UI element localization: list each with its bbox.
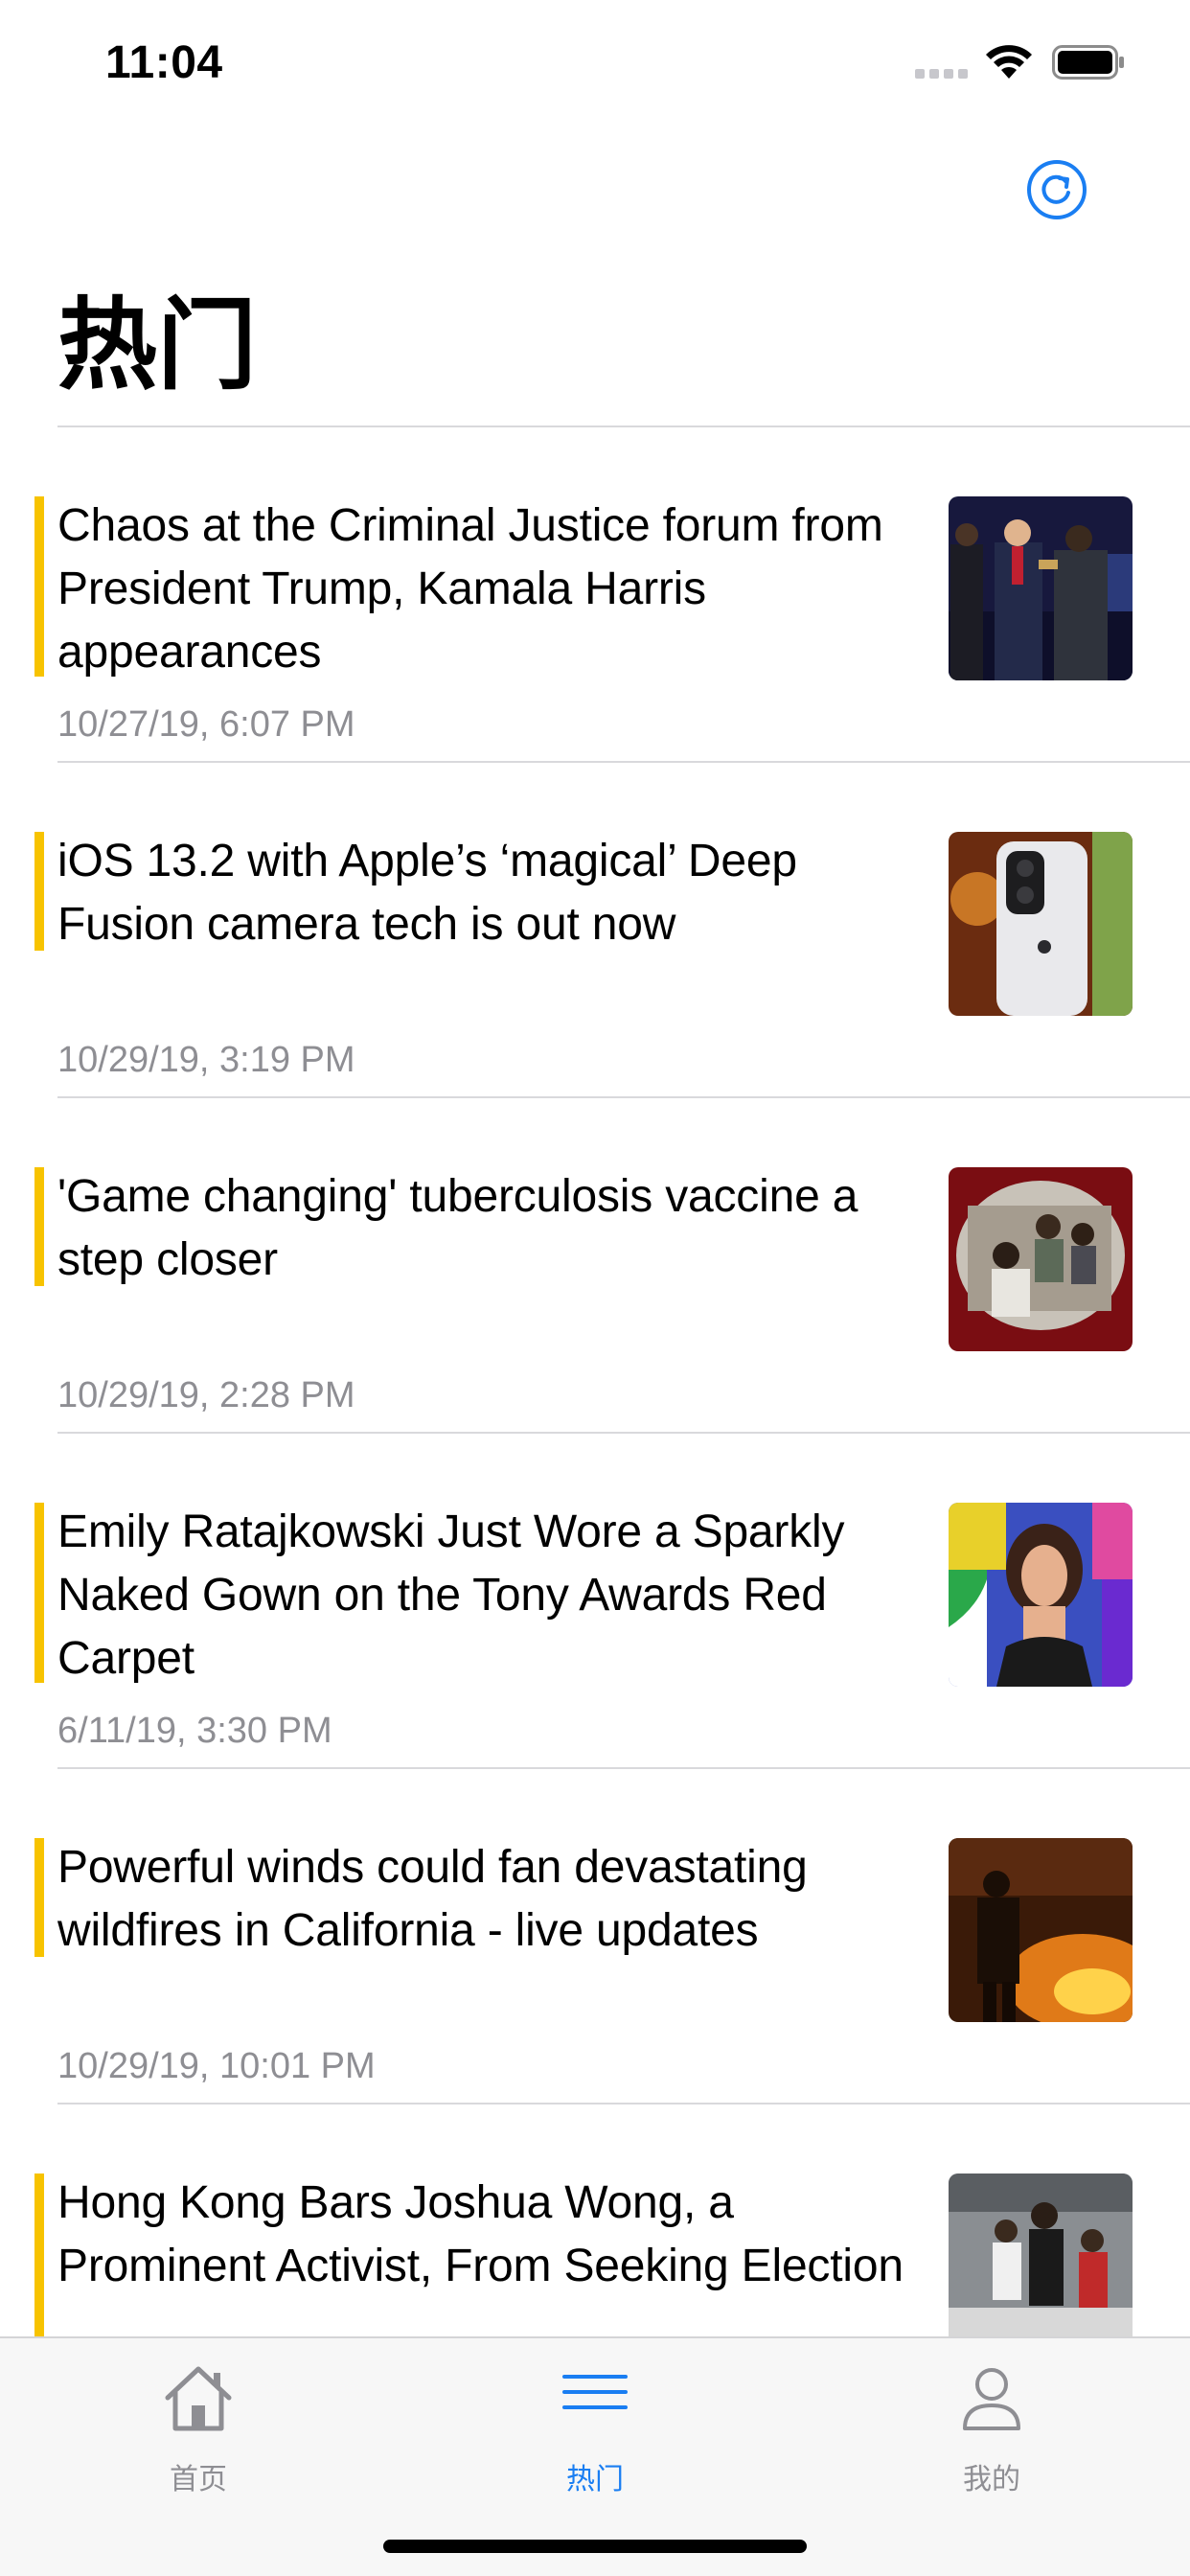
page-title: 热门 (57, 287, 258, 403)
news-item[interactable]: iOS 13.2 with Apple’s ‘magical’ Deep Fus… (0, 763, 1190, 1098)
news-list[interactable]: Chaos at the Criminal Justice forum from… (0, 427, 1190, 2440)
person-icon (963, 2368, 1020, 2430)
news-thumbnail (949, 1838, 1133, 2022)
news-thumbnail (949, 832, 1133, 1016)
news-thumbnail (949, 1503, 1133, 1687)
news-headline: Powerful winds could fan devastating wil… (57, 1842, 808, 1956)
tab-label: 我的 (963, 2463, 1020, 2496)
status-time: 11:04 (105, 37, 223, 88)
tab-profile[interactable]: 我的 (793, 2338, 1190, 2496)
wifi-icon (986, 45, 1032, 79)
tab-hot[interactable]: 热门 (397, 2338, 793, 2496)
tab-bar: 首页 热门 我的 (0, 2336, 1190, 2576)
cellular-signal-icon (915, 69, 968, 79)
accent-bar (34, 1838, 44, 1957)
accent-bar (34, 2174, 44, 2354)
house-icon (165, 2366, 232, 2431)
accent-bar (34, 1167, 44, 1286)
news-item[interactable]: 'Game changing' tuberculosis vaccine a s… (0, 1098, 1190, 1434)
home-indicator (383, 2540, 807, 2553)
news-date: 6/11/19, 3:30 PM (57, 1711, 332, 1751)
news-headline: Hong Kong Bars Joshua Wong, a Prominent … (57, 2177, 904, 2291)
news-thumbnail (949, 1167, 1133, 1351)
news-item[interactable]: Emily Ratajkowski Just Wore a Sparkly Na… (0, 1434, 1190, 1769)
tab-label: 热门 (566, 2463, 624, 2496)
news-item[interactable]: Chaos at the Criminal Justice forum from… (0, 427, 1190, 763)
news-thumbnail (949, 2174, 1133, 2358)
news-headline: Emily Ratajkowski Just Wore a Sparkly Na… (57, 1506, 845, 1684)
accent-bar (34, 1503, 44, 1683)
tab-home[interactable]: 首页 (0, 2338, 397, 2496)
news-headline: 'Game changing' tuberculosis vaccine a s… (57, 1171, 858, 1285)
app-screen: 11:04 热门 Chaos at the Criminal Justice f… (0, 0, 1190, 2576)
battery-icon (1052, 45, 1124, 80)
news-thumbnail (949, 496, 1133, 680)
news-date: 10/29/19, 3:19 PM (57, 1040, 355, 1080)
news-headline: iOS 13.2 with Apple’s ‘magical’ Deep Fus… (57, 836, 797, 950)
news-date: 10/29/19, 2:28 PM (57, 1375, 355, 1415)
news-date: 10/27/19, 6:07 PM (57, 704, 355, 745)
accent-bar (34, 496, 44, 677)
news-item[interactable]: Powerful winds could fan devastating wil… (0, 1769, 1190, 2104)
refresh-button[interactable] (1025, 158, 1088, 221)
accent-bar (34, 832, 44, 951)
news-headline: Chaos at the Criminal Justice forum from… (57, 500, 883, 678)
tab-label: 首页 (170, 2463, 227, 2496)
status-bar: 11:04 (0, 0, 1190, 125)
news-date: 10/29/19, 10:01 PM (57, 2046, 376, 2086)
list-icon (562, 2375, 628, 2409)
